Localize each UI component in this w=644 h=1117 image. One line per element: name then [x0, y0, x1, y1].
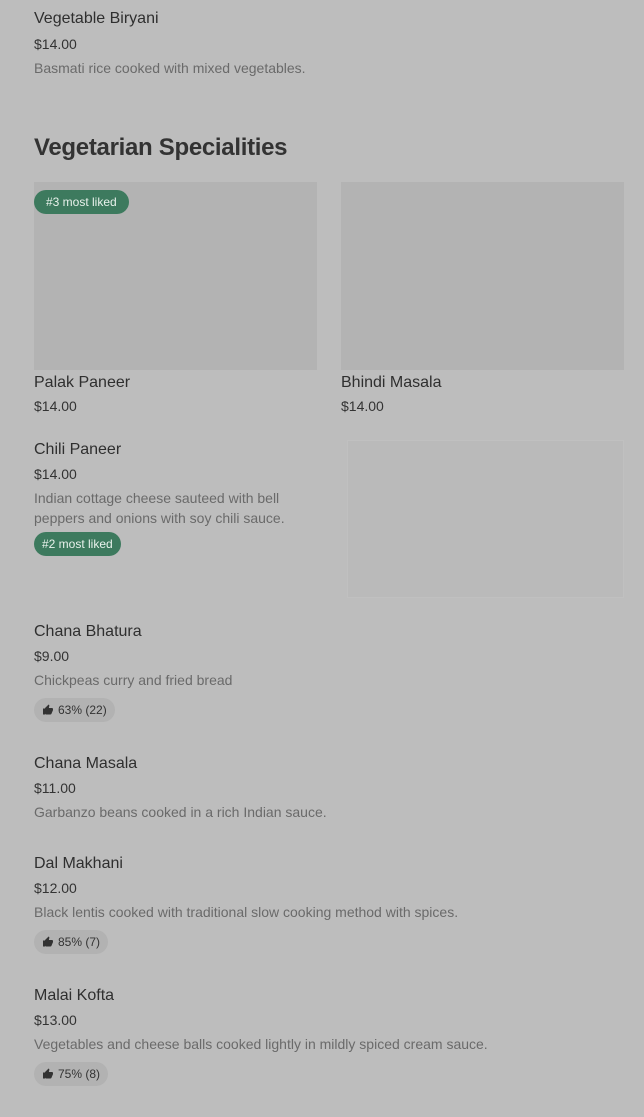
- item-price: $14.00: [34, 398, 77, 414]
- menu-item-malai-kofta[interactable]: Malai Kofta $13.00 Vegetables and cheese…: [34, 982, 624, 1088]
- item-name: Malai Kofta: [34, 987, 115, 1004]
- item-price: $9.00: [34, 648, 70, 664]
- menu-item-dal-makhani[interactable]: Dal Makhani $12.00 Black lentis cooked w…: [34, 850, 624, 956]
- item-price: $14.00: [34, 466, 77, 482]
- rating-badge: 75% (8): [34, 1062, 109, 1086]
- menu-item-chili-paneer[interactable]: Chili Paneer $14.00 Indian cottage chees…: [34, 436, 624, 598]
- menu-card-bhindi-masala[interactable]: Bhindi Masala $14.00: [341, 182, 624, 418]
- item-description: Chickpeas curry and fried bread: [34, 672, 233, 688]
- rating-text: 85% (7): [58, 935, 101, 949]
- item-description: Vegetables and cheese balls cooked light…: [34, 1036, 488, 1052]
- item-name: Bhindi Masala: [341, 374, 442, 391]
- item-description: Black lentis cooked with traditional slo…: [34, 904, 459, 920]
- item-description: Basmati rice cooked with mixed vegetable…: [34, 60, 306, 76]
- menu-card-palak-paneer[interactable]: #3 most liked Palak Paneer $14.00: [34, 182, 317, 418]
- item-name: Dal Makhani: [34, 855, 123, 872]
- item-name: Chana Bhatura: [34, 623, 142, 640]
- section-title-vegetarian-specialities: Vegetarian Specialities: [34, 134, 288, 161]
- rating-badge: 63% (22): [34, 698, 115, 722]
- item-price: $12.00: [34, 880, 77, 896]
- item-price: $14.00: [34, 36, 77, 52]
- thumbs-up-icon: [42, 704, 54, 716]
- item-price: $14.00: [341, 398, 384, 414]
- thumbs-up-icon: [42, 936, 54, 948]
- most-liked-badge: #3 most liked: [34, 190, 129, 214]
- rating-text: 75% (8): [58, 1067, 101, 1081]
- item-image: [347, 440, 624, 598]
- item-price: $13.00: [34, 1012, 77, 1028]
- rating-text: 63% (22): [58, 703, 107, 717]
- menu-item-chana-masala[interactable]: Chana Masala $11.00 Garbanzo beans cooke…: [34, 750, 624, 826]
- item-name: Vegetable Biryani: [34, 10, 159, 27]
- item-price: $11.00: [34, 780, 76, 796]
- most-liked-badge: #2 most liked: [34, 532, 121, 556]
- item-image: [341, 182, 624, 370]
- menu-item-vegetable-biryani[interactable]: Vegetable Biryani $14.00 Basmati rice co…: [34, 8, 614, 80]
- menu-item-chana-bhatura[interactable]: Chana Bhatura $9.00 Chickpeas curry and …: [34, 618, 624, 724]
- item-name: Chana Masala: [34, 755, 138, 772]
- item-name: Chili Paneer: [34, 441, 122, 458]
- item-description: Indian cottage cheese sauteed with bell …: [34, 490, 285, 526]
- item-description: Garbanzo beans cooked in a rich Indian s…: [34, 804, 327, 820]
- rating-badge: 85% (7): [34, 930, 109, 954]
- thumbs-up-icon: [42, 1068, 54, 1080]
- item-name: Palak Paneer: [34, 374, 131, 391]
